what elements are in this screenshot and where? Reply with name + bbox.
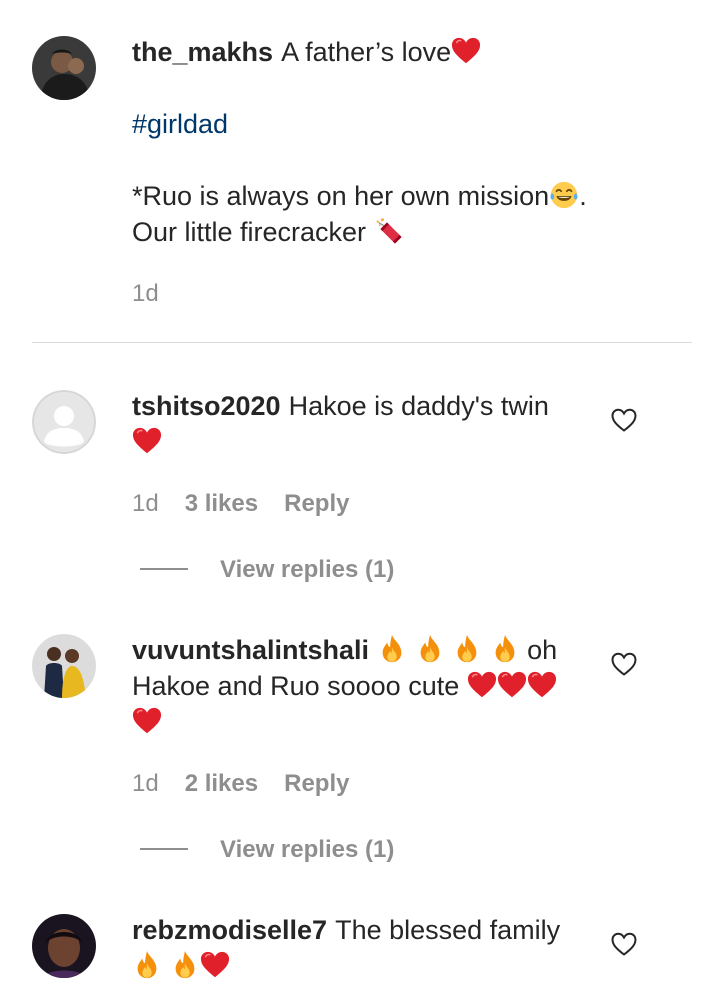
username[interactable]: rebzmodiselle7 (132, 915, 327, 945)
reply-button[interactable]: Reply (284, 770, 349, 798)
like-heart-outline-icon[interactable] (610, 650, 638, 678)
view-replies-label: View replies (1) (220, 836, 395, 863)
fire-emoji-icon (170, 950, 200, 980)
avatar-photo-icon (32, 36, 96, 100)
fire-emoji-icon (377, 634, 407, 664)
like-heart-outline-icon[interactable] (610, 930, 638, 958)
view-replies-button[interactable]: View replies (1) (140, 556, 394, 584)
username[interactable]: the_makhs (132, 37, 273, 67)
comment-meta: 1d 2 likes Reply (132, 770, 375, 798)
username[interactable]: tshitso2020 (132, 391, 281, 421)
comment-body: The blessed family (335, 915, 561, 945)
avatar[interactable] (32, 36, 96, 100)
view-replies-button[interactable]: View replies (1) (140, 836, 394, 864)
default-avatar-icon (32, 390, 96, 454)
comment-text: vuvuntshalintshali oh Hakoe and Ruo sooo… (132, 632, 602, 740)
caption-meta: 1d (132, 280, 185, 308)
like-count[interactable]: 3 likes (185, 490, 258, 518)
red-heart-emoji-icon (467, 670, 497, 700)
red-heart-emoji-icon (527, 670, 557, 700)
timestamp: 1d (132, 490, 159, 517)
caption-line-3: *Ruo is always on her own mission. Our l… (132, 178, 602, 250)
caption-text: Our little firecracker (132, 217, 367, 247)
avatar[interactable] (32, 914, 96, 978)
caption-line-1: the_makhs A father’s love (132, 34, 602, 70)
fire-emoji-icon (415, 634, 445, 664)
caption-text: A father’s love (281, 37, 452, 67)
avatar[interactable] (32, 634, 96, 698)
avatar-photo-icon (32, 914, 96, 978)
comment-body: oh (527, 635, 558, 665)
fire-emoji-icon (452, 634, 482, 664)
like-count[interactable]: 2 likes (185, 770, 258, 798)
red-heart-emoji-icon (132, 706, 162, 736)
comment-body: Hakoe is daddy's twin (288, 391, 549, 421)
caption-text: *Ruo is always on her own mission (132, 181, 550, 211)
comment-text: rebzmodiselle7 The blessed family (132, 912, 602, 984)
red-heart-emoji-icon (132, 426, 162, 456)
fire-emoji-icon (490, 634, 520, 664)
red-heart-emoji-icon (497, 670, 527, 700)
replies-line (140, 847, 188, 850)
reply-button[interactable]: Reply (284, 490, 349, 518)
avatar-photo-icon (32, 634, 96, 698)
avatar[interactable] (32, 390, 96, 454)
like-heart-outline-icon[interactable] (610, 406, 638, 434)
username[interactable]: vuvuntshalintshali (132, 635, 369, 665)
view-replies-label: View replies (1) (220, 556, 395, 583)
firecracker-emoji-icon (374, 216, 404, 246)
tears-of-joy-emoji-icon (549, 180, 579, 210)
comment-meta: 1d 3 likes Reply (132, 490, 375, 518)
timestamp: 1d (132, 770, 159, 797)
fire-emoji-icon (132, 950, 162, 980)
comment-body: Hakoe and Ruo soooo cute (132, 671, 460, 701)
red-heart-emoji-icon (200, 950, 230, 980)
timestamp: 1d (132, 280, 159, 307)
red-heart-emoji-icon (451, 36, 481, 66)
caption-text: . (579, 181, 587, 211)
replies-line (140, 567, 188, 570)
comment-text: tshitso2020 Hakoe is daddy's twin (132, 388, 602, 460)
hashtag-link[interactable]: #girldad (132, 109, 228, 139)
caption-line-2: #girldad (132, 106, 602, 142)
divider (32, 342, 692, 343)
